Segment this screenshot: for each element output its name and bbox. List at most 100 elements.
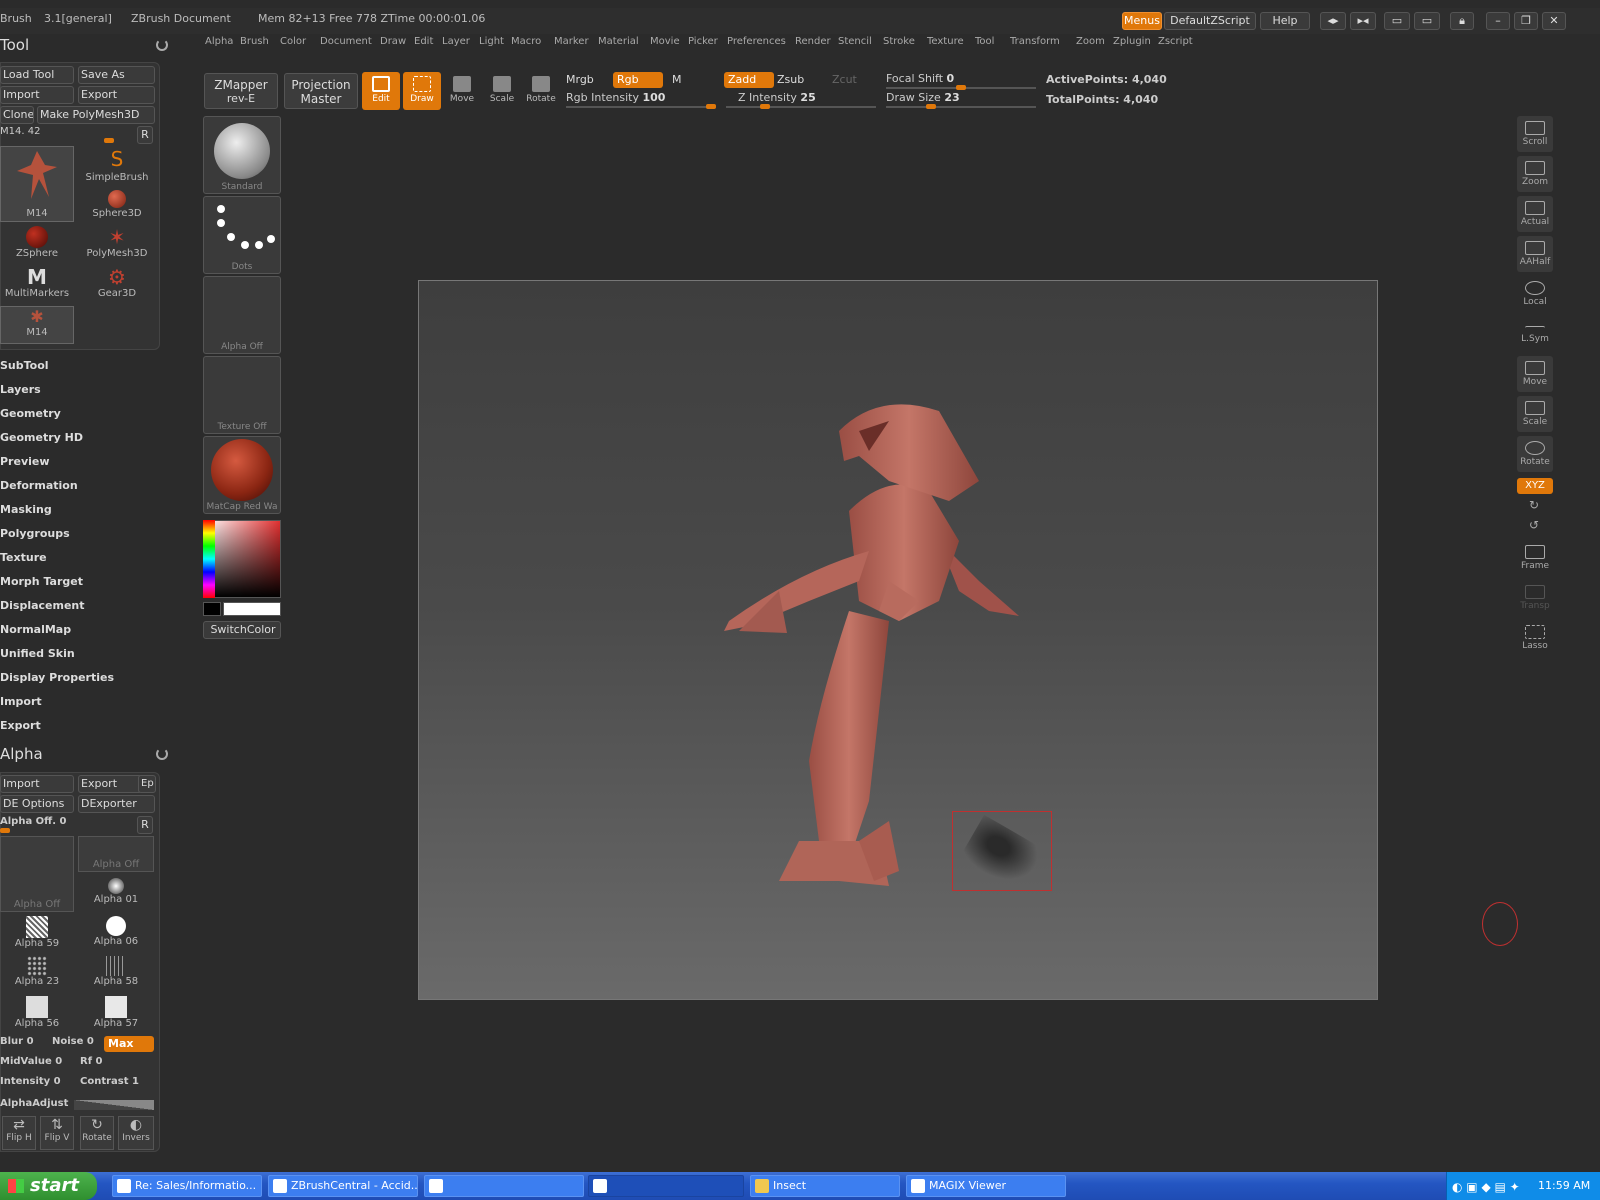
- rotate-button[interactable]: Rotate: [522, 72, 560, 110]
- menu-tool[interactable]: Tool: [975, 36, 994, 47]
- task-zbrush2[interactable]: [588, 1175, 744, 1197]
- menu-marker[interactable]: Marker: [554, 36, 589, 47]
- section-subtool[interactable]: SubTool: [0, 359, 49, 372]
- menu-material[interactable]: Material: [598, 36, 639, 47]
- rgb-intensity-track[interactable]: [566, 106, 716, 108]
- document-canvas[interactable]: [418, 280, 1378, 1000]
- section-geometry-hd[interactable]: Geometry HD: [0, 431, 83, 444]
- menu-zoom[interactable]: Zoom: [1076, 36, 1105, 47]
- mrgb-button[interactable]: Mrgb: [562, 72, 598, 88]
- tool-zsphere[interactable]: ZSphere: [0, 226, 74, 264]
- alpha-slider-knob[interactable]: [0, 828, 10, 833]
- rotate-z-icon[interactable]: ↺: [1529, 518, 1539, 532]
- alpha-57[interactable]: Alpha 57: [78, 996, 154, 1034]
- zcut-button[interactable]: Zcut: [828, 72, 861, 88]
- tool-polymesh3d[interactable]: ✶ PolyMesh3D: [80, 226, 154, 264]
- menu-transform[interactable]: Transform: [1010, 36, 1060, 47]
- secondary-color-swatch[interactable]: [203, 602, 221, 616]
- draw-button[interactable]: Draw: [403, 72, 441, 110]
- scale-view-button[interactable]: Scale: [1517, 396, 1553, 432]
- default-zscript-button[interactable]: DefaultZScript: [1164, 12, 1256, 30]
- contrast-slider[interactable]: Contrast 1: [80, 1076, 139, 1087]
- section-preview[interactable]: Preview: [0, 455, 50, 468]
- alpha-01[interactable]: Alpha 01: [78, 876, 154, 914]
- section-deformation[interactable]: Deformation: [0, 479, 78, 492]
- zsub-button[interactable]: Zsub: [773, 72, 808, 88]
- tool-gear3d[interactable]: ⚙ Gear3D: [80, 266, 154, 304]
- import-tool-button[interactable]: Import: [0, 86, 74, 104]
- zadd-button[interactable]: Zadd: [724, 72, 774, 88]
- max-button[interactable]: Max: [104, 1036, 154, 1052]
- projection-master-button[interactable]: Projection Master: [284, 73, 358, 109]
- draw-size-slider[interactable]: Draw Size 23: [886, 91, 960, 104]
- tool-thumb-m14[interactable]: M14: [0, 146, 74, 222]
- noise-slider[interactable]: Noise 0: [52, 1036, 94, 1047]
- brush-standard[interactable]: Standard: [203, 116, 281, 194]
- tool-sphere3d[interactable]: Sphere3D: [80, 186, 154, 224]
- midvalue-slider[interactable]: MidValue 0: [0, 1056, 62, 1067]
- alpha-r-button[interactable]: R: [137, 816, 153, 834]
- material-matcap[interactable]: MatCap Red Wa: [203, 436, 281, 514]
- rf-slider[interactable]: Rf 0: [80, 1056, 103, 1067]
- intensity-slider[interactable]: Intensity 0: [0, 1076, 61, 1087]
- menus-button[interactable]: Menus: [1122, 12, 1162, 30]
- task-zbrush1[interactable]: [424, 1175, 584, 1197]
- menu-brush[interactable]: Brush: [240, 36, 269, 47]
- focal-shift-slider[interactable]: Focal Shift 0: [886, 72, 954, 85]
- menu-edit[interactable]: Edit: [414, 36, 433, 47]
- xyz-button[interactable]: XYZ: [1517, 478, 1553, 494]
- rgb-intensity-slider[interactable]: Rgb Intensity 100: [566, 91, 665, 104]
- switchcolor-button[interactable]: SwitchColor: [203, 621, 281, 639]
- flip-h-button[interactable]: ⇄ Flip H: [2, 1116, 36, 1150]
- alpha-off-slot[interactable]: Alpha Off: [203, 276, 281, 354]
- alpha-thumb-selected[interactable]: Alpha Off: [0, 836, 74, 912]
- task-email[interactable]: Re: Sales/Informatio...: [112, 1175, 262, 1197]
- primary-color-swatch[interactable]: [223, 602, 281, 616]
- de-options-button[interactable]: DE Options: [0, 795, 74, 813]
- tool-simplebrush[interactable]: S SimpleBrush: [80, 146, 154, 184]
- section-geometry[interactable]: Geometry: [0, 407, 61, 420]
- lock-icon[interactable]: 🔒︎: [1450, 12, 1474, 30]
- minimize-icon[interactable]: –: [1486, 12, 1510, 30]
- alpha-23[interactable]: Alpha 23: [0, 956, 74, 994]
- z-intensity-knob[interactable]: [760, 104, 770, 109]
- menu-zplugin[interactable]: Zplugin: [1113, 36, 1151, 47]
- z-intensity-track[interactable]: [726, 106, 876, 108]
- frame-button[interactable]: Frame: [1517, 540, 1553, 576]
- alpha-off-thumb[interactable]: Alpha Off: [78, 836, 154, 872]
- tool-m14-small[interactable]: ✱ M14: [0, 306, 74, 344]
- hue-strip[interactable]: [203, 520, 215, 598]
- alpha-refresh-icon[interactable]: [156, 748, 168, 760]
- task-zbrushcentral[interactable]: ZBrushCentral - Accid...: [268, 1175, 418, 1197]
- rgb-button[interactable]: Rgb: [613, 72, 663, 88]
- refresh-icon[interactable]: [156, 39, 168, 51]
- menu-stencil[interactable]: Stencil: [838, 36, 872, 47]
- menu-alpha[interactable]: Alpha: [205, 36, 233, 47]
- tool-slider[interactable]: M14. 42: [0, 126, 40, 137]
- flip-v-button[interactable]: ⇅ Flip V: [40, 1116, 74, 1150]
- alpha-rotate-button[interactable]: ↻ Rotate: [80, 1116, 114, 1150]
- alpha-panel-title[interactable]: Alpha: [0, 745, 43, 763]
- alphaadjust-label[interactable]: AlphaAdjust: [0, 1098, 68, 1109]
- close-icon[interactable]: ✕: [1542, 12, 1566, 30]
- menu-macro[interactable]: Macro: [511, 36, 541, 47]
- blur-slider[interactable]: Blur 0: [0, 1036, 34, 1047]
- draw-size-knob[interactable]: [926, 104, 936, 109]
- section-texture[interactable]: Texture: [0, 551, 47, 564]
- move-view-button[interactable]: Move: [1517, 356, 1553, 392]
- alpha-import-button[interactable]: Import: [0, 775, 74, 793]
- actual-button[interactable]: Actual: [1517, 196, 1553, 232]
- alphaadjust-curve[interactable]: [74, 1100, 154, 1110]
- help-button[interactable]: Help: [1260, 12, 1310, 30]
- alpha-06[interactable]: Alpha 06: [78, 916, 154, 954]
- rotate-y-icon[interactable]: ↻: [1529, 498, 1539, 512]
- alpha-56[interactable]: Alpha 56: [0, 996, 74, 1034]
- draw-size-track[interactable]: [886, 106, 1036, 108]
- zoom-button[interactable]: Zoom: [1517, 156, 1553, 192]
- alpha-58[interactable]: Alpha 58: [78, 956, 154, 994]
- section-export[interactable]: Export: [0, 719, 41, 732]
- section-layers[interactable]: Layers: [0, 383, 41, 396]
- shrink-icon[interactable]: ◂▸: [1320, 12, 1346, 30]
- edit-button[interactable]: Edit: [362, 72, 400, 110]
- menu-preferences[interactable]: Preferences: [727, 36, 786, 47]
